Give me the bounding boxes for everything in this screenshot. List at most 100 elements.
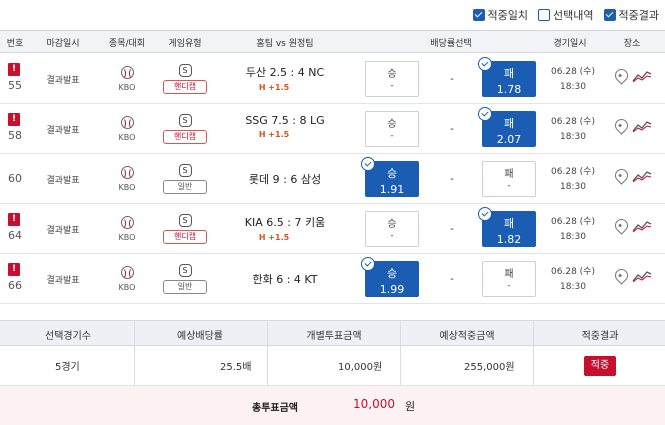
- summary-header-games: 선택경기수: [45, 331, 91, 342]
- match-score: 롯데 9 : 6 삼성: [248, 173, 322, 186]
- status-text: 결과발표: [46, 226, 80, 236]
- bet-away-label: 패: [504, 269, 514, 280]
- location-pin-icon[interactable]: [612, 66, 631, 85]
- header-deadline: 마감일시: [46, 39, 80, 49]
- bet-draw: -: [442, 122, 462, 135]
- baseball-icon: [120, 166, 134, 179]
- location-pin-icon[interactable]: [612, 266, 631, 285]
- bet-away-odd: 1.78: [496, 83, 522, 96]
- checkbox-icon[interactable]: [603, 9, 616, 21]
- bet-home-odd: -: [390, 81, 394, 91]
- game-number: 58: [8, 129, 22, 142]
- handicap-value: H +1.5: [258, 233, 290, 242]
- game-number: 60: [8, 172, 22, 185]
- trend-chart-icon[interactable]: [632, 69, 652, 83]
- match-score: 두산 2.5 : 4 NC: [245, 66, 325, 79]
- header-num: 번호: [6, 39, 24, 49]
- filter-selection[interactable]: 선택내역: [538, 7, 594, 23]
- bet-home-button[interactable]: 승 -: [365, 111, 419, 147]
- baseball-icon: [120, 116, 134, 129]
- game-number: 64: [8, 229, 22, 242]
- checkbox-icon[interactable]: [472, 9, 485, 21]
- bet-home-button[interactable]: 승 -: [365, 211, 419, 247]
- summary-panel: 선택경기수 예상배당률 개별투표금액 예상적중금액 적중결과 5경기 25.5배…: [0, 320, 665, 425]
- bet-away-odd: -: [507, 181, 511, 191]
- bet-draw: -: [442, 72, 462, 85]
- baseball-icon: [120, 66, 134, 79]
- game-type-badge: 일반: [163, 280, 207, 294]
- bet-away-button[interactable]: 패 -: [482, 161, 536, 197]
- venue-cell: [612, 166, 662, 189]
- filter-label: 선택내역: [553, 9, 594, 22]
- summary-odds: 25.5배: [220, 362, 252, 373]
- location-pin-icon[interactable]: [612, 216, 631, 235]
- location-pin-icon[interactable]: [612, 166, 631, 185]
- header-match: 홈팀 vs 원정팀: [256, 39, 314, 49]
- alert-icon: !: [8, 213, 20, 226]
- league-label: KBO: [118, 83, 136, 92]
- summary-header-result: 적중결과: [581, 331, 619, 342]
- bet-draw: -: [442, 222, 462, 235]
- alert-icon: !: [8, 263, 20, 276]
- summary-payout: 255,000원: [464, 362, 515, 373]
- match-date: 06.28 (수): [551, 67, 595, 77]
- s-icon: S: [178, 164, 192, 177]
- bet-away-odd: -: [507, 281, 511, 291]
- match-datetime: 06.28 (수) 18:30: [545, 164, 601, 192]
- divider: [533, 320, 534, 386]
- bet-away-odd: 1.82: [496, 233, 522, 246]
- match-date: 06.28 (수): [551, 267, 595, 277]
- bet-draw: -: [442, 272, 462, 285]
- match-time: 18:30: [560, 82, 586, 92]
- header-bet: 배당률선택: [430, 39, 472, 49]
- trend-chart-icon[interactable]: [632, 269, 652, 283]
- bet-away-button[interactable]: 패 1.78: [478, 57, 536, 97]
- total-value: 10,000: [353, 397, 395, 411]
- bet-home-button[interactable]: 승 1.99: [361, 257, 419, 297]
- table-row: ! 58 결과발표 KBO S 핸디캡 SSG 7.5 : 8 LG H +1.…: [0, 104, 665, 154]
- divider: [134, 320, 135, 386]
- bet-home-button[interactable]: 승 -: [365, 61, 419, 97]
- filter-hit-match[interactable]: 적중일치: [472, 7, 529, 23]
- bet-home-odd: 1.99: [379, 283, 405, 296]
- location-pin-icon[interactable]: [612, 116, 631, 135]
- filter-hit-result[interactable]: 적중결과: [603, 7, 659, 23]
- status-text: 결과발표: [46, 176, 80, 186]
- match-cell: 롯데 9 : 6 삼성: [210, 171, 360, 187]
- match-score: 한화 6 : 4 KT: [252, 273, 318, 286]
- summary-header-payout: 예상적중금액: [439, 331, 495, 342]
- total-stake-row: 총투표금액 10,000 원: [0, 386, 665, 425]
- alert-icon: !: [8, 113, 20, 126]
- header-venue: 장소: [623, 39, 641, 49]
- league-cell: KBO: [112, 66, 142, 92]
- divider: [267, 320, 268, 386]
- alert-icon: !: [8, 63, 20, 76]
- league-label: KBO: [118, 133, 136, 142]
- league-label: KBO: [118, 233, 136, 242]
- summary-values: 5경기 25.5배 10,000원 255,000원 적중: [0, 346, 665, 386]
- bet-home-button[interactable]: 승 1.91: [361, 157, 419, 197]
- bet-away-button[interactable]: 패 2.07: [478, 107, 536, 147]
- total-label: 총투표금액: [252, 403, 298, 414]
- match-time: 18:30: [560, 182, 586, 192]
- filter-label: 적중일치: [487, 9, 529, 22]
- match-date: 06.28 (수): [551, 167, 595, 177]
- trend-chart-icon[interactable]: [632, 169, 652, 183]
- league-label: KBO: [118, 183, 136, 192]
- checkbox-icon[interactable]: [538, 9, 551, 21]
- bet-away-button[interactable]: 패 1.82: [478, 207, 536, 247]
- match-cell: 두산 2.5 : 4 NC H +1.5: [210, 64, 360, 92]
- status-text: 결과발표: [46, 76, 80, 86]
- status-text: 결과발표: [46, 126, 80, 136]
- bet-away-button[interactable]: 패 -: [482, 261, 536, 297]
- filter-bar: 적중일치 선택내역 적중결과: [472, 0, 665, 30]
- league-cell: KBO: [112, 116, 142, 142]
- baseball-icon: [120, 266, 134, 279]
- trend-chart-icon[interactable]: [632, 219, 652, 233]
- game-type-cell: S 일반: [160, 164, 210, 194]
- selected-check-icon: [478, 57, 492, 71]
- bet-home-label: 승: [387, 219, 397, 230]
- trend-chart-icon[interactable]: [632, 119, 652, 133]
- s-icon: S: [178, 114, 192, 127]
- header-type: 게임유형: [168, 39, 202, 49]
